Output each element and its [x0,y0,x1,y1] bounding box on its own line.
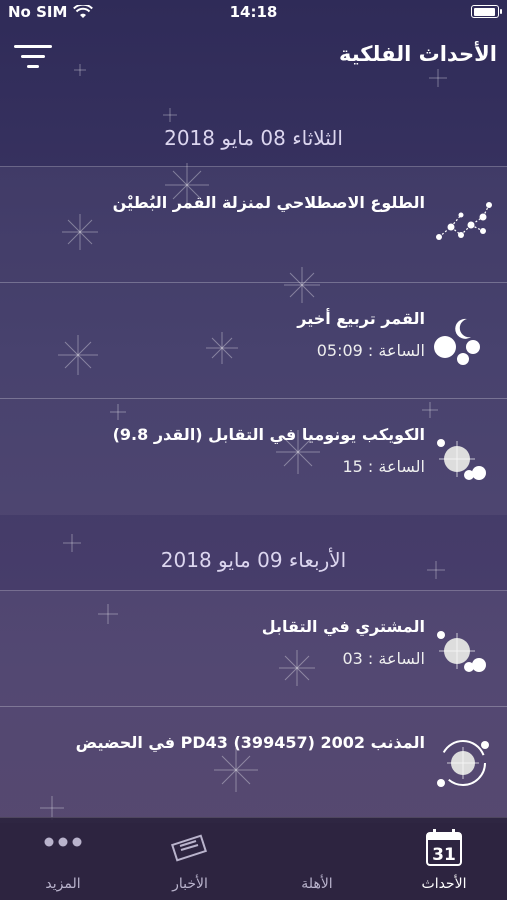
tab-label: الأهلة [301,876,333,892]
tab-label: الأخبار [172,876,208,892]
tab-bar: المزيد الأخبار الأهلة 31 الأحداث [0,817,507,900]
tab-news[interactable]: الأخبار [127,818,253,900]
event-time: الساعة : 03 [342,649,425,668]
battery-icon [471,5,502,18]
tab-crescents[interactable]: الأهلة [254,818,380,900]
more-dots-icon [44,837,82,847]
filter-icon-line [27,65,39,68]
event-row[interactable]: الكويكب يونوميا في التقابل (القدر 9.8) ا… [0,398,507,515]
opposition-icon [437,631,486,672]
crescent-moon-icon [303,830,321,866]
constellation-icon [436,202,492,240]
event-row[interactable]: المشتري في التقابل الساعة : 03 [0,590,507,707]
event-title: القمر تربيع أخير [297,309,425,328]
status-bar: No SIM 14:18 [0,0,507,24]
page-title: الأحداث الفلكية [338,42,497,66]
section-date-header: الثلاثاء 08 مايو 2018 [164,126,343,150]
calendar-badge: 31 [432,845,456,865]
filter-button[interactable] [14,42,54,72]
moon-phase-icon [434,318,485,365]
filter-icon-line [21,55,45,58]
tab-label: المزيد [45,876,81,892]
event-title: الطلوع الاصطلاحي لمنزلة القمر البُطيْن [112,193,425,212]
event-row[interactable]: القمر تربيع أخير الساعة : 05:09 [0,282,507,399]
filter-icon [14,45,52,48]
event-title: الكويكب يونوميا في التقابل (القدر 9.8) [112,425,425,444]
event-time: الساعة : 05:09 [316,341,425,360]
event-title: المشتري في التقابل [261,617,425,636]
status-time: 14:18 [229,3,278,21]
event-time: الساعة : 15 [342,457,425,476]
event-row[interactable]: المذنب 2002 (399457) PD43 في الحضيض [0,706,507,823]
opposition-icon [437,439,486,480]
event-row[interactable]: الطلوع الاصطلاحي لمنزلة القمر البُطيْن [0,166,507,283]
tab-label: الأحداث [421,876,467,892]
tab-more[interactable]: المزيد [0,818,126,900]
section-date-header: الأربعاء 09 مايو 2018 [160,548,347,572]
navigation-bar: الأحداث الفلكية [0,28,507,88]
tab-events[interactable]: 31 الأحداث [381,818,507,900]
comet-perihelion-icon [437,740,489,787]
news-icon [171,834,207,862]
calendar-icon: 31 [426,829,462,866]
event-title: المذنب 2002 (399457) PD43 في الحضيض [75,733,425,752]
